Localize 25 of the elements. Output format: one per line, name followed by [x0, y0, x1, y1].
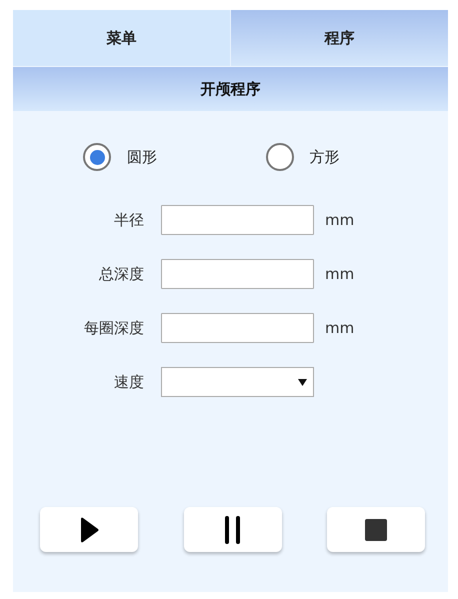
input-field[interactable]: [161, 259, 314, 289]
input-field[interactable]: [161, 205, 314, 235]
field-label: 半径: [113, 210, 145, 231]
unit-label: mm: [325, 318, 354, 339]
radio-button[interactable]: [266, 143, 294, 171]
radio-label[interactable]: 圆形: [127, 146, 157, 168]
pause-icon: [224, 516, 241, 544]
radio-button[interactable]: [83, 143, 111, 171]
field-label: 速度: [113, 372, 145, 393]
field-label: 每圈深度: [83, 318, 145, 339]
stop-icon: [365, 518, 387, 540]
unit-label: mm: [325, 210, 354, 231]
section-title: 开颅程序: [13, 67, 448, 111]
input-field[interactable]: [161, 313, 314, 343]
radio-label[interactable]: 方形: [310, 146, 340, 168]
pause-button[interactable]: [184, 507, 282, 552]
play-icon: [80, 516, 98, 542]
play-button[interactable]: [40, 507, 138, 552]
field-label: 总深度: [98, 264, 145, 285]
caret-icon: [298, 378, 307, 386]
unit-label: mm: [325, 264, 354, 285]
tab[interactable]: 菜单: [13, 10, 230, 66]
stop-button[interactable]: [327, 507, 425, 552]
dropdown-field[interactable]: [161, 367, 314, 397]
tab[interactable]: 程序: [230, 10, 448, 66]
